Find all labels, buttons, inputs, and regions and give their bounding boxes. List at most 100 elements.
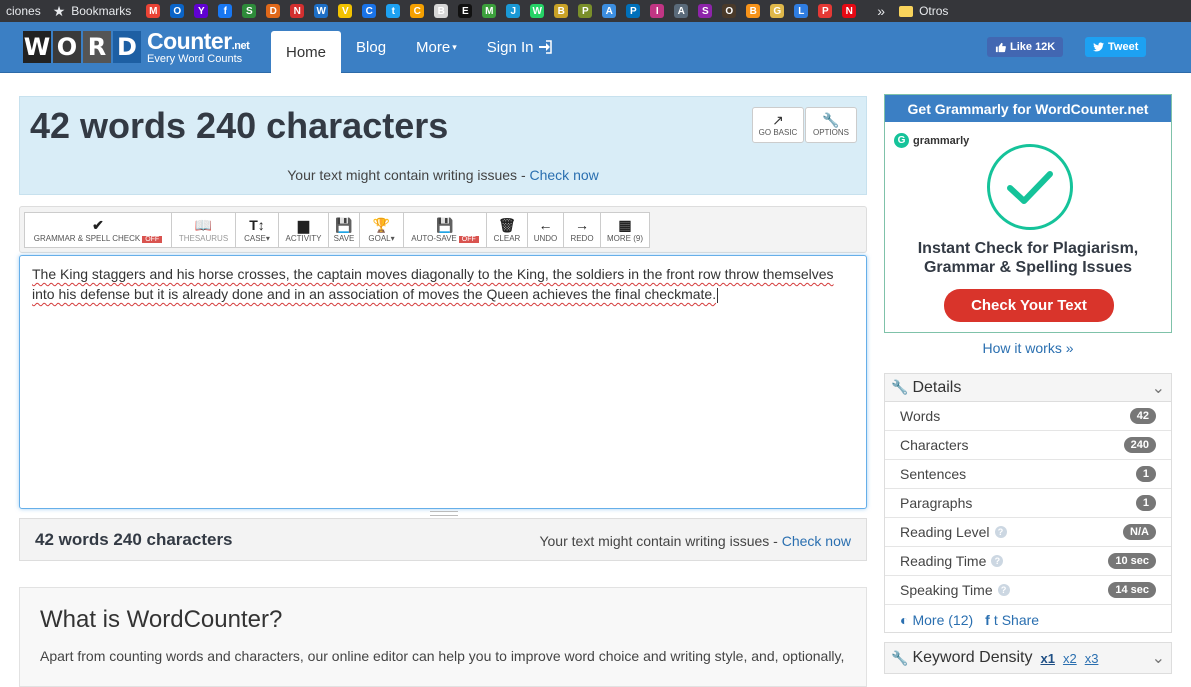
keyword-density-title: Keyword Density [912, 649, 1033, 666]
bars-favicon-icon[interactable]: L [794, 4, 809, 18]
site-dark-favicon-icon[interactable]: O [722, 4, 737, 18]
off-badge: OFF [458, 236, 479, 243]
site-sky-favicon-icon[interactable]: A [602, 4, 617, 18]
chevron-down-icon[interactable]: ⌄ [1152, 378, 1165, 398]
writing-issues-notice: Your text might contain writing issues -… [20, 167, 866, 183]
footer-check-now-link[interactable]: Check now [782, 533, 851, 549]
bookmarks-folder[interactable]: Bookmarks [71, 4, 131, 18]
nav-home-label: Home [286, 43, 327, 61]
site-s-favicon-icon[interactable]: S [242, 4, 257, 18]
grammar-spell-check-toggle[interactable]: ✔ GRAMMAR & SPELL CHECK OFF [24, 212, 172, 248]
flag-favicon-icon[interactable]: V [338, 4, 353, 18]
more-tools-button[interactable]: ▦ MORE (9) [600, 212, 650, 248]
nav-home[interactable]: Home [271, 31, 342, 73]
site-olive-favicon-icon[interactable]: P [578, 4, 593, 18]
twitter-favicon-icon[interactable]: t [386, 4, 401, 18]
how-it-works-label[interactable]: How it works » [982, 340, 1073, 356]
thesaurus-button[interactable]: 📖 THESAURUS [171, 212, 236, 248]
grammarly-ad[interactable]: Get Grammarly for WordCounter.net G gram… [884, 94, 1172, 333]
netflix-favicon-icon[interactable]: N [842, 4, 857, 18]
site-red-favicon-icon[interactable]: N [290, 4, 305, 18]
check-now-link[interactable]: Check now [530, 167, 599, 183]
site-tan-favicon-icon[interactable]: G [770, 4, 785, 18]
instagram-favicon-icon[interactable]: I [650, 4, 665, 18]
save-button[interactable]: 💾 SAVE [328, 212, 360, 248]
movistar-favicon-icon[interactable]: M [482, 4, 497, 18]
whatsapp-favicon-icon[interactable]: W [530, 4, 545, 18]
go-basic-button[interactable]: ↗ GO BASIC [752, 107, 804, 143]
site-red2-favicon-icon[interactable]: P [818, 4, 833, 18]
caret-down-icon: ▾ [265, 234, 270, 243]
help-icon[interactable]: ? [991, 555, 1004, 567]
paypal-favicon-icon[interactable]: P [626, 4, 641, 18]
options-label: OPTIONS [812, 128, 849, 137]
outlook-favicon-icon[interactable]: O [170, 4, 185, 18]
word-count-summary: 42 words 240 characters ↗ GO BASIC 🔧 OPT… [19, 96, 867, 195]
caret-down-icon: ▾ [452, 41, 457, 52]
help-icon[interactable]: ? [997, 584, 1010, 596]
chevron-down-icon[interactable]: ⌄ [1152, 648, 1165, 668]
site-orange-favicon-icon[interactable]: D [266, 4, 281, 18]
other-bookmarks[interactable]: Otros [919, 4, 948, 18]
details-row: Words 42 [885, 402, 1171, 431]
wordcounter-logo[interactable]: W O R D Counter.net Every Word Counts [23, 27, 250, 64]
resize-handle[interactable] [430, 511, 458, 516]
share-link[interactable]: Share [1002, 612, 1039, 628]
goal-dropdown[interactable]: 🏆 GOAL▾ [359, 212, 404, 248]
editor-text[interactable]: The King staggers and his horse crosses,… [32, 266, 834, 302]
shield-favicon-icon[interactable]: C [362, 4, 377, 18]
book-icon: 📖 [194, 217, 213, 233]
details-row-label: Sentences [900, 466, 967, 482]
density-x1-link[interactable]: x1 [1040, 651, 1054, 666]
trophy-icon: 🏆 [372, 217, 391, 233]
activity-button[interactable]: ▆ ACTIVITY [278, 212, 329, 248]
details-header[interactable]: 🔧 Details ⌄ [885, 374, 1171, 402]
doc-favicon-icon[interactable]: B [434, 4, 449, 18]
text-editor[interactable]: The King staggers and his horse crosses,… [19, 255, 867, 509]
more-stats-link[interactable]: More (12) [912, 612, 973, 628]
arrow-left-icon: ← [538, 217, 553, 233]
site-cyan-favicon-icon[interactable]: J [506, 4, 521, 18]
details-row-label: Reading Level [900, 524, 990, 540]
tweet-button[interactable]: Tweet [1085, 37, 1147, 57]
site-yellow-favicon-icon[interactable]: C [410, 4, 425, 18]
site-gold-favicon-icon[interactable]: B [554, 4, 569, 18]
check-your-text-button[interactable]: Check Your Text [944, 289, 1114, 322]
facebook-icon[interactable]: f [985, 612, 990, 628]
density-x2-link[interactable]: x2 [1063, 651, 1077, 666]
auto-save-toggle[interactable]: 💾 AUTO-SAVE OFF [403, 212, 487, 248]
undo-button[interactable]: ← UNDO [527, 212, 564, 248]
redo-label: REDO [570, 234, 594, 243]
case-dropdown[interactable]: T↕ CASE▾ [235, 212, 279, 248]
logo-letter: W [23, 31, 51, 63]
facebook-favicon-icon[interactable]: f [218, 4, 233, 18]
site-blue-favicon-icon[interactable]: W [314, 4, 329, 18]
site-steel-favicon-icon[interactable]: A [674, 4, 689, 18]
how-it-works-link[interactable]: How it works » [884, 340, 1172, 356]
twitter-icon[interactable]: t [994, 612, 998, 628]
site-purple-favicon-icon[interactable]: S [698, 4, 713, 18]
bitcoin-favicon-icon[interactable]: B [746, 4, 761, 18]
checkmark-circle-icon [987, 144, 1073, 230]
yahoo-favicon-icon[interactable]: Y [194, 4, 209, 18]
nav-more-dropdown[interactable]: More ▾ [401, 22, 472, 72]
facebook-like-button[interactable]: Like 12K [987, 37, 1064, 57]
overflow-chevron-icon[interactable]: » [877, 3, 885, 19]
details-row-value: 1 [1135, 495, 1156, 511]
black-favicon-icon[interactable]: E [458, 4, 473, 18]
options-button[interactable]: 🔧 OPTIONS [805, 107, 857, 143]
density-x3-link[interactable]: x3 [1085, 651, 1099, 666]
clear-button[interactable]: 🗑 CLEAR [486, 212, 528, 248]
gmail-favicon-icon[interactable]: M [146, 4, 161, 18]
redo-button[interactable]: → REDO [563, 212, 601, 248]
grammarly-logo-icon: G [894, 133, 909, 148]
nav-blog-label: Blog [356, 38, 387, 56]
nav-blog[interactable]: Blog [341, 22, 401, 72]
help-icon[interactable]: ? [994, 526, 1007, 538]
details-row-label: Speaking Time [900, 582, 993, 598]
nav-sign-in[interactable]: Sign In [472, 22, 568, 72]
bookmark-truncated-label[interactable]: ciones [0, 4, 47, 18]
logo-brand: Counter [147, 27, 232, 54]
details-row: Reading Level? N/A [885, 518, 1171, 547]
wrench-icon: 🔧 [822, 112, 840, 128]
